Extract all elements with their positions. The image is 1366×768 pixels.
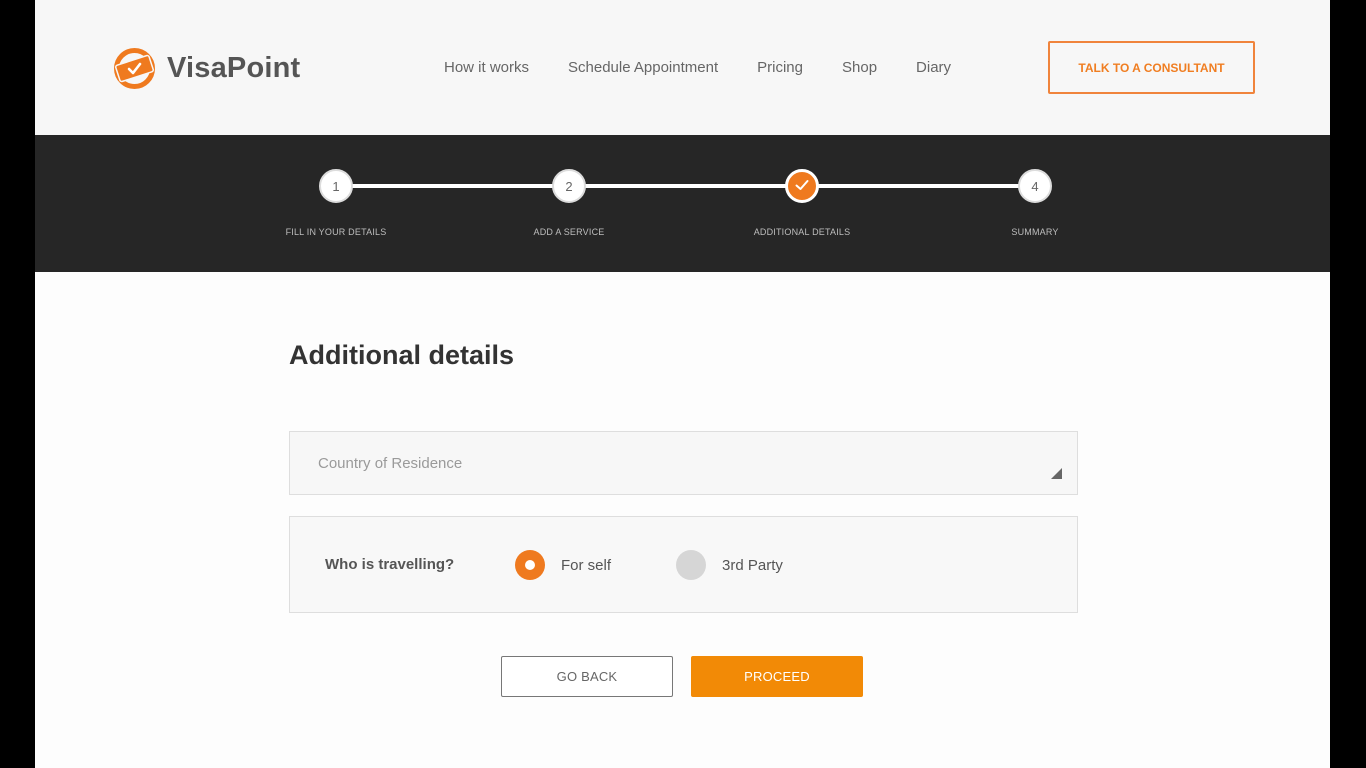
main-nav: How it works Schedule Appointment Pricin… — [444, 58, 990, 78]
step-1-label: FILL IN YOUR DETAILS — [285, 227, 387, 237]
3rd-party-label[interactable]: 3rd Party — [722, 557, 783, 574]
country-of-residence-select[interactable]: Country of Residence — [289, 431, 1078, 495]
for-self-label[interactable]: For self — [561, 557, 611, 574]
step-2-circle: 2 — [552, 169, 586, 203]
checkmark-icon — [795, 179, 809, 194]
site-header: VisaPoint How it works Schedule Appointm… — [35, 0, 1330, 135]
proceed-button[interactable]: PROCEED — [691, 656, 863, 697]
step-1-circle: 1 — [319, 169, 353, 203]
nav-diary[interactable]: Diary — [916, 58, 951, 78]
step-4-label: SUMMARY — [1011, 227, 1059, 237]
stepper-track — [336, 184, 1034, 188]
visa-ticket-logo-icon — [112, 46, 157, 91]
dropdown-arrow-icon — [1051, 468, 1062, 479]
brand-logo[interactable]: VisaPoint — [112, 46, 300, 91]
nav-pricing[interactable]: Pricing — [757, 58, 803, 78]
page-title: Additional details — [289, 340, 515, 370]
step-3-circle — [785, 169, 819, 203]
country-select-placeholder: Country of Residence — [318, 455, 463, 472]
radio-3rd-party[interactable] — [676, 550, 706, 580]
brand-name: VisaPoint — [167, 52, 301, 84]
nav-how-it-works[interactable]: How it works — [444, 58, 529, 78]
step-3-label: ADDITIONAL DETAILS — [753, 227, 851, 237]
who-is-travelling-group: Who is travelling? For self 3rd Party — [289, 516, 1078, 613]
progress-stepper: 1 2 4 FILL IN YOUR DETAILS ADD A SERVICE… — [35, 135, 1330, 272]
nav-shop[interactable]: Shop — [842, 58, 877, 78]
visa-application-page: VisaPoint How it works Schedule Appointm… — [35, 0, 1330, 768]
who-is-travelling-label: Who is travelling? — [325, 556, 455, 573]
nav-schedule-appointment[interactable]: Schedule Appointment — [568, 58, 718, 78]
talk-to-consultant-button[interactable]: TALK TO A CONSULTANT — [1048, 41, 1255, 94]
step-2-label: ADD A SERVICE — [533, 227, 605, 237]
radio-for-self[interactable] — [515, 550, 545, 580]
go-back-button[interactable]: GO BACK — [501, 656, 673, 697]
step-4-circle: 4 — [1018, 169, 1052, 203]
